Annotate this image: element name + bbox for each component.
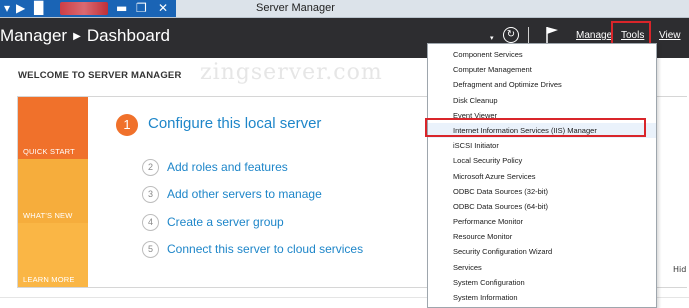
menu-item-resource-monitor[interactable]: Resource Monitor bbox=[428, 229, 656, 244]
notifications-flag-icon[interactable] bbox=[545, 26, 559, 44]
menu-item-services[interactable]: Services bbox=[428, 260, 656, 275]
menu-item-odbc-64[interactable]: ODBC Data Sources (64-bit) bbox=[428, 199, 656, 214]
pin-icon[interactable]: ▶ bbox=[16, 1, 25, 16]
step-3-number: 3 bbox=[142, 186, 159, 203]
menu-item-performance-monitor[interactable]: Performance Monitor bbox=[428, 214, 656, 229]
menu-item-security-config-wizard[interactable]: Security Configuration Wizard bbox=[428, 244, 656, 259]
quick-start-tile[interactable]: QUICK START bbox=[18, 97, 88, 159]
restore-icon[interactable]: ❐ bbox=[136, 1, 147, 16]
close-icon[interactable]: ✕ bbox=[158, 1, 168, 16]
menu-item-defragment[interactable]: Defragment and Optimize Drives bbox=[428, 77, 656, 92]
menu-view[interactable]: View bbox=[659, 30, 681, 41]
breadcrumb-page: Dashboard bbox=[86, 26, 170, 45]
menu-item-azure-services[interactable]: Microsoft Azure Services bbox=[428, 169, 656, 184]
step-5-number: 5 bbox=[142, 241, 159, 258]
add-servers-link[interactable]: Add other servers to manage bbox=[167, 187, 322, 201]
quick-start-label: QUICK START bbox=[23, 147, 75, 156]
menu-item-odbc-32[interactable]: ODBC Data Sources (32-bit) bbox=[428, 184, 656, 199]
step-1-number: 1 bbox=[116, 114, 138, 136]
hide-link[interactable]: Hid bbox=[673, 265, 686, 274]
server-icon: █ bbox=[34, 1, 44, 15]
refresh-icon[interactable]: ↻ bbox=[503, 27, 519, 43]
configure-local-server-link[interactable]: Configure this local server bbox=[148, 115, 321, 132]
menu-item-iscsi-initiator[interactable]: iSCSI Initiator bbox=[428, 138, 656, 153]
title-bar-controls-area: ▾ ▶ █ ▬ ❐ ✕ bbox=[0, 0, 176, 17]
menu-item-component-services[interactable]: Component Services bbox=[428, 47, 656, 62]
breadcrumb-separator-icon: ▶ bbox=[73, 31, 81, 42]
connect-cloud-link[interactable]: Connect this server to cloud services bbox=[167, 242, 363, 256]
whats-new-label: WHAT'S NEW bbox=[23, 211, 73, 220]
learn-more-tile[interactable]: LEARN MORE bbox=[18, 223, 88, 287]
dropdown-icon[interactable]: ▾ bbox=[4, 1, 10, 16]
step-2-number: 2 bbox=[142, 159, 159, 176]
tools-dropdown-menu: Component Services Computer Management D… bbox=[427, 43, 657, 308]
menu-manage[interactable]: Manage bbox=[576, 30, 612, 41]
breadcrumb: Manager ▶ Dashboard bbox=[0, 26, 170, 46]
menu-item-system-configuration[interactable]: System Configuration bbox=[428, 275, 656, 290]
watermark: zingserver.com bbox=[200, 60, 383, 85]
whats-new-tile[interactable]: WHAT'S NEW bbox=[18, 159, 88, 223]
menu-item-system-information[interactable]: System Information bbox=[428, 290, 656, 305]
learn-more-label: LEARN MORE bbox=[23, 275, 75, 284]
step-4-number: 4 bbox=[142, 214, 159, 231]
menu-item-local-security-policy[interactable]: Local Security Policy bbox=[428, 153, 656, 168]
tools-menu-list: Component Services Computer Management D… bbox=[428, 47, 656, 305]
create-server-group-link[interactable]: Create a server group bbox=[167, 215, 284, 229]
welcome-heading: WELCOME TO SERVER MANAGER bbox=[18, 70, 182, 81]
add-roles-link[interactable]: Add roles and features bbox=[167, 160, 288, 174]
iis-highlight-box bbox=[425, 118, 646, 137]
window-title-bar: ▾ ▶ █ ▬ ❐ ✕ Server Manager bbox=[0, 0, 689, 18]
redacted-area bbox=[60, 2, 108, 15]
window-title: Server Manager bbox=[256, 2, 335, 14]
minimize-icon[interactable]: ▬ bbox=[116, 1, 127, 16]
menu-item-computer-management[interactable]: Computer Management bbox=[428, 62, 656, 77]
breadcrumb-app[interactable]: Manager bbox=[0, 26, 67, 45]
menu-item-disk-cleanup[interactable]: Disk Cleanup bbox=[428, 93, 656, 108]
header-divider bbox=[528, 27, 529, 43]
